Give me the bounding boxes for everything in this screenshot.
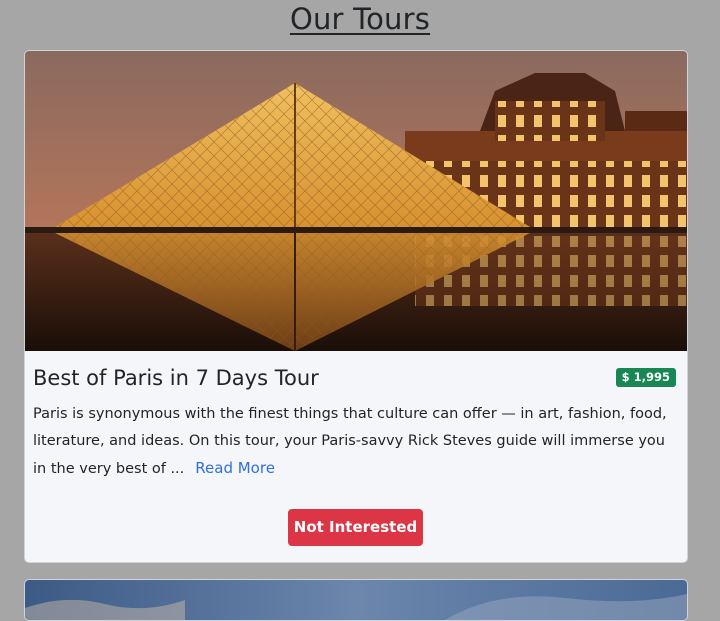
tour-card (24, 579, 688, 621)
tour-image (25, 51, 687, 351)
read-more-link[interactable]: Read More (195, 459, 275, 477)
price-badge: $ 1,995 (615, 368, 676, 387)
tour-card: Best of Paris in 7 Days Tour $ 1,995 Par… (24, 50, 688, 563)
tour-info: Paris is synonymous with the finest thin… (33, 401, 673, 483)
not-interested-button[interactable]: Not Interested (288, 509, 423, 546)
tour-name: Best of Paris in 7 Days Tour (33, 366, 319, 390)
page-title: Our Tours (289, 2, 431, 36)
tour-info-text: Paris is synonymous with the finest thin… (33, 406, 667, 477)
tour-image (25, 580, 687, 620)
